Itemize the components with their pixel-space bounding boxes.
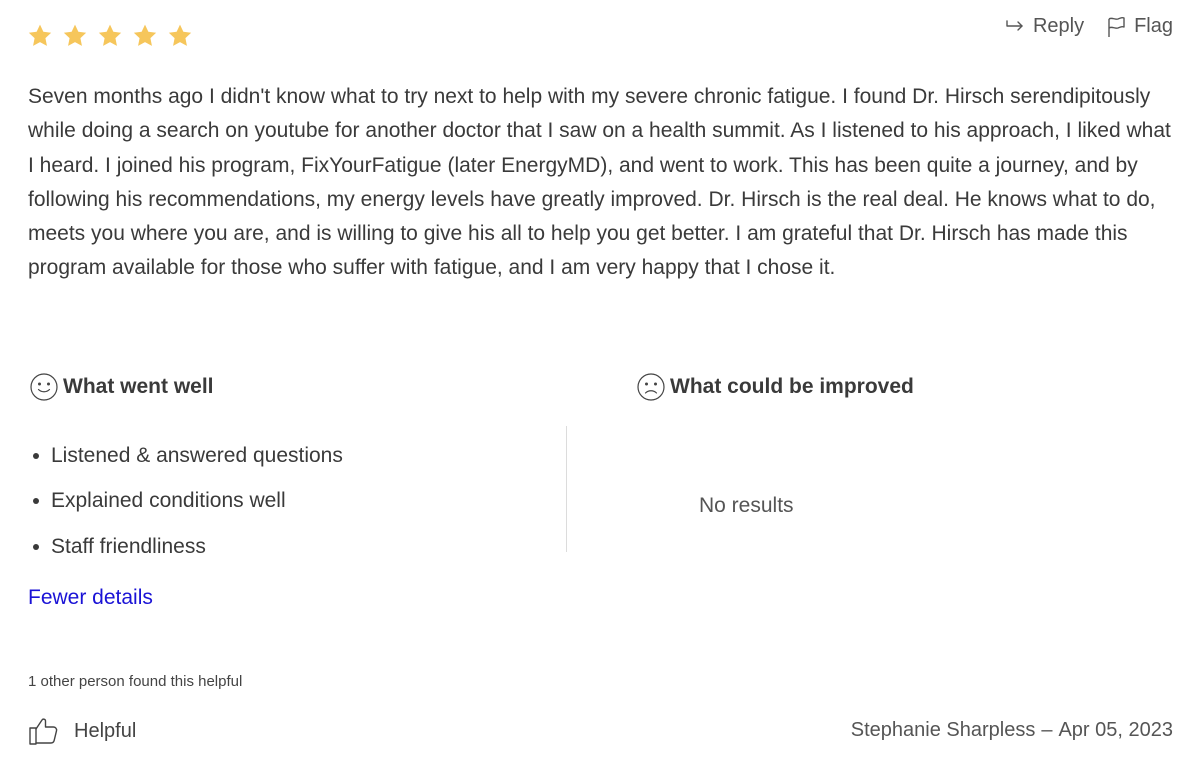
reply-label: Reply [1032, 15, 1085, 37]
flag-button[interactable]: Flag [1106, 15, 1173, 38]
sad-face-icon [636, 372, 666, 402]
star-rating [27, 23, 193, 49]
review-text: Seven months ago I didn't know what to t… [28, 85, 1171, 280]
list-item: Staff friendliness [30, 524, 343, 570]
list-item-label: Explained conditions well [51, 489, 286, 513]
star-icon [132, 23, 158, 49]
star-icon [62, 23, 88, 49]
flag-label: Flag [1134, 15, 1173, 37]
went-well-title: What went well [63, 375, 214, 398]
went-well-list: Listened & answered questions Explained … [30, 433, 343, 570]
improve-title: What could be improved [670, 375, 914, 398]
reply-button[interactable]: Reply [1005, 15, 1084, 38]
byline-separator: – [1041, 719, 1053, 741]
smiley-face-icon [29, 372, 59, 402]
list-item-label: Staff friendliness [51, 534, 206, 558]
column-divider [566, 426, 567, 552]
no-results-text: No results [699, 494, 794, 517]
bullet-icon [33, 498, 39, 505]
helpful-count-text: 1 other person found this helpful [28, 673, 243, 690]
fewer-details-link[interactable]: Fewer details [28, 586, 153, 610]
review-actions: Reply Flag [1005, 15, 1173, 38]
thumbs-up-icon [28, 716, 60, 746]
author-name: Stephanie Sharpless [850, 719, 1036, 741]
helpful-button[interactable]: Helpful [28, 716, 136, 746]
review-byline: Stephanie Sharpless – Apr 05, 2023 [851, 719, 1173, 742]
star-icon [167, 23, 193, 49]
star-icon [97, 23, 123, 49]
helpful-label: Helpful [74, 719, 137, 742]
went-well-header: What went well [29, 372, 214, 402]
flag-icon [1106, 16, 1126, 38]
bullet-icon [33, 543, 39, 550]
review-date: Apr 05, 2023 [1058, 719, 1173, 741]
list-item-label: Listened & answered questions [51, 443, 343, 467]
list-item: Explained conditions well [30, 479, 343, 525]
list-item: Listened & answered questions [30, 433, 343, 479]
bullet-icon [33, 452, 39, 459]
improve-header: What could be improved [636, 372, 914, 402]
reply-arrow-icon [1005, 19, 1025, 35]
star-icon [27, 23, 53, 49]
